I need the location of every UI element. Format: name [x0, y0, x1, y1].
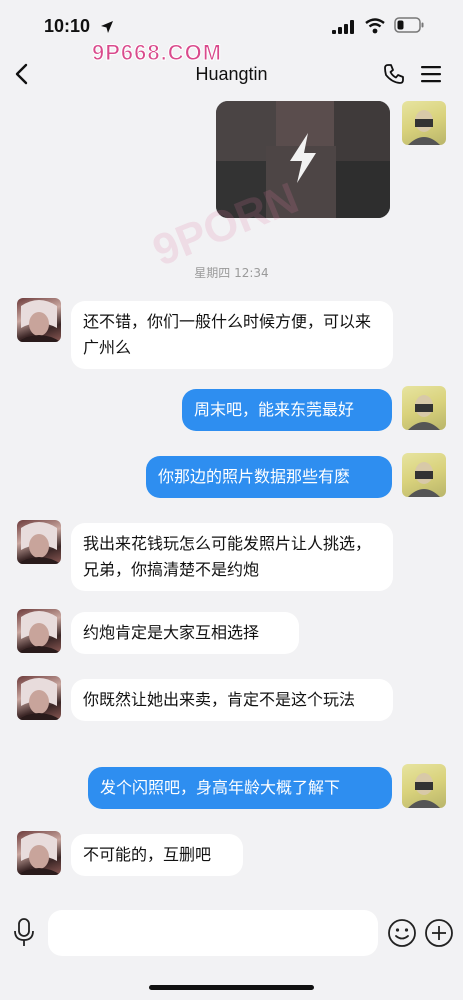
message-bubble: 我出来花钱玩怎么可能发照片让人挑选，兄弟，你搞清楚不是约炮 — [71, 523, 393, 591]
message-bubble: 不可能的，互删吧 — [71, 834, 243, 876]
message-bubble: 发个闪照吧，身高年龄大概了解下 — [88, 767, 392, 809]
contact-avatar[interactable] — [17, 676, 61, 720]
contact-avatar[interactable] — [17, 520, 61, 564]
voice-button[interactable] — [12, 918, 36, 952]
status-bar: 10:10 — [0, 0, 463, 52]
emoji-button[interactable] — [387, 918, 417, 952]
microphone-icon — [14, 918, 34, 946]
message-bubble: 你既然让她出来卖，肯定不是这个玩法 — [71, 679, 393, 721]
input-bar — [0, 904, 463, 964]
message-bubble: 约炮肯定是大家互相选择 — [71, 612, 299, 654]
message-bubble: 还不错，你们一般什么时候方便，可以来广州么 — [71, 301, 393, 369]
my-avatar[interactable] — [402, 764, 446, 808]
cellular-signal-icon — [332, 19, 354, 38]
phone-icon — [384, 64, 404, 84]
my-avatar[interactable] — [402, 453, 446, 497]
wifi-icon — [365, 18, 385, 38]
more-button[interactable] — [424, 918, 454, 952]
message-input[interactable] — [48, 910, 378, 956]
my-avatar[interactable] — [402, 386, 446, 430]
chat-timestamp: 星期四 12:34 — [194, 266, 269, 280]
nav-bar: Huangtin — [0, 52, 463, 96]
status-time: 10:10 — [44, 16, 91, 36]
call-button[interactable] — [383, 63, 405, 89]
contact-avatar[interactable] — [17, 298, 61, 342]
smiley-icon — [388, 919, 416, 947]
my-avatar[interactable] — [402, 101, 446, 145]
lightning-icon — [286, 131, 320, 189]
plus-circle-icon — [425, 919, 453, 947]
message-bubble: 你那边的照片数据那些有麽 — [146, 456, 392, 498]
menu-button[interactable] — [421, 65, 441, 87]
home-indicator[interactable] — [149, 985, 314, 990]
message-bubble: 周末吧，能来东莞最好 — [182, 389, 392, 431]
location-arrow-icon — [100, 19, 114, 38]
hamburger-icon — [421, 66, 441, 83]
battery-icon — [394, 17, 424, 37]
contact-avatar[interactable] — [17, 609, 61, 653]
contact-avatar[interactable] — [17, 831, 61, 875]
